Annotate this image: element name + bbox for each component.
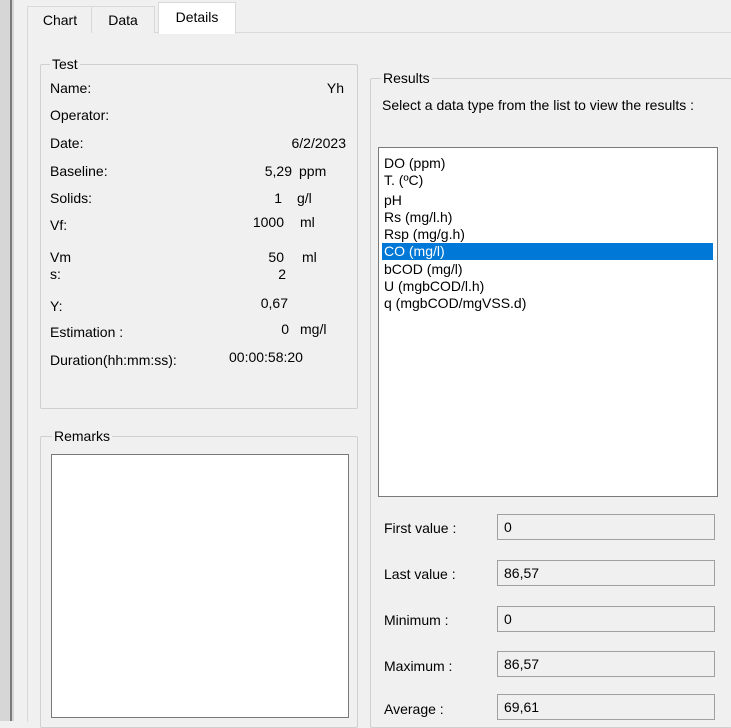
list-item[interactable]: Rs (mg/l.h) [382, 209, 713, 226]
operator-label: Operator: [50, 107, 110, 123]
vf-label: Vf: [50, 217, 68, 233]
list-item[interactable]: pH [382, 192, 713, 209]
date-value: 6/2/2023 [291, 135, 347, 151]
remarks-group-title: Remarks [52, 428, 113, 444]
vm-unit: ml [302, 249, 317, 265]
vm-value: 50 [268, 249, 284, 265]
date-label: Date: [50, 135, 84, 151]
tab-data[interactable]: Data [91, 6, 155, 33]
duration-value: 00:00:58:20 [229, 349, 303, 365]
first-value-label: First value : [384, 520, 457, 536]
first-value-field: 0 [497, 514, 715, 540]
maximum-field: 86,57 [497, 651, 715, 677]
estimation-value: 0 [281, 321, 289, 337]
list-item[interactable]: U (mgbCOD/l.h) [382, 278, 713, 295]
y-label: Y: [50, 298, 63, 314]
list-item[interactable]: DO (ppm) [382, 155, 713, 172]
s-label: s: [50, 266, 61, 282]
y-value: 0,67 [260, 295, 288, 311]
results-instruction: Select a data type from the list to view… [382, 97, 695, 113]
name-label: Name: [50, 80, 92, 96]
tab-chart[interactable]: Chart [27, 6, 93, 33]
splitter[interactable] [10, 0, 12, 721]
solids-unit: g/l [297, 190, 312, 206]
tab-details[interactable]: Details [158, 2, 236, 34]
minimum-label: Minimum : [384, 612, 449, 628]
baseline-unit: ppm [299, 163, 327, 179]
estimation-label: Estimation : [50, 324, 124, 340]
solids-value: 1 [274, 190, 282, 206]
maximum-label: Maximum : [384, 658, 453, 674]
duration-label: Duration(hh:mm:ss): [50, 352, 177, 368]
average-label: Average : [384, 701, 444, 717]
vf-unit: ml [300, 214, 315, 230]
test-group-title: Test [50, 56, 80, 72]
list-item[interactable]: bCOD (mg/l) [382, 261, 713, 278]
last-value-label: Last value : [384, 566, 456, 582]
minimum-field: 0 [497, 606, 715, 632]
baseline-label: Baseline: [50, 163, 108, 179]
vf-value: 1000 [252, 214, 284, 230]
average-field: 69,61 [497, 694, 715, 720]
s-value: 2 [278, 266, 286, 282]
list-item[interactable]: q (mgbCOD/mgVSS.d) [382, 295, 713, 312]
list-item[interactable]: T. (ºC) [382, 172, 713, 189]
solids-label: Solids: [50, 190, 93, 206]
results-group-title: Results [381, 70, 432, 86]
last-value-field: 86,57 [497, 560, 715, 586]
name-value: Yh [326, 80, 344, 96]
data-type-list[interactable]: DO (ppm) T. (ºC) pH Rs (mg/l.h) Rsp (mg/… [378, 147, 718, 497]
remarks-textarea[interactable] [51, 454, 349, 718]
vm-label: Vm [50, 249, 71, 265]
estimation-unit: mg/l [300, 321, 327, 337]
list-item-selected[interactable]: CO (mg/l) [382, 243, 713, 260]
list-item[interactable]: Rsp (mg/g.h) [382, 226, 713, 243]
baseline-value: 5,29 [264, 163, 292, 179]
